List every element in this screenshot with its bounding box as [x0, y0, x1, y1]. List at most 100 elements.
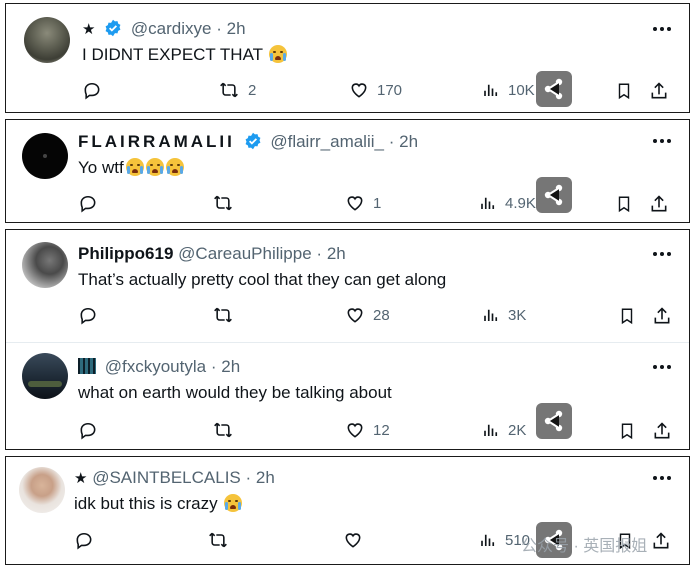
- tweet-header: ★ @SAINTBELCALIS · 2h: [74, 467, 275, 490]
- share-icon[interactable]: [652, 306, 672, 326]
- bookmark-icon[interactable]: [618, 306, 636, 326]
- separator-dot: ·: [316, 244, 323, 263]
- verified-icon: [245, 132, 261, 150]
- views-button[interactable]: 3K: [482, 305, 526, 325]
- tweet[interactable]: Philippo619 @CareauPhilippe · 2h That’s …: [6, 230, 689, 342]
- view-count: 3K: [508, 306, 527, 324]
- crying-face-emoji: [224, 494, 243, 512]
- bookmark-icon[interactable]: [618, 421, 636, 441]
- tweet[interactable]: ★ @cardixye · 2h I DIDNT EXPECT THAT 2 1…: [6, 4, 689, 114]
- reply-button[interactable]: [78, 305, 106, 325]
- tweet-header: Philippo619 @CareauPhilippe · 2h: [78, 243, 346, 265]
- tweet-text-row: what on earth would they be talking abou…: [78, 382, 392, 404]
- retweet-icon: [214, 422, 232, 438]
- action-bar: 1 4.9K: [6, 193, 689, 217]
- like-button[interactable]: 28: [345, 305, 390, 325]
- more-icon[interactable]: [651, 358, 673, 376]
- timestamp[interactable]: 2h: [221, 357, 240, 376]
- reply-button[interactable]: [74, 530, 102, 550]
- tweet[interactable]: ★ @SAINTBELCALIS · 2h idk but this is cr…: [6, 457, 689, 566]
- reply-button[interactable]: [78, 420, 106, 440]
- share-overlay-button[interactable]: [536, 177, 572, 213]
- separator-dot: ·: [210, 357, 217, 376]
- views-icon: [484, 84, 498, 96]
- avatar[interactable]: [22, 133, 68, 179]
- reply-button[interactable]: [82, 80, 110, 100]
- flag-icon: [78, 358, 96, 374]
- user-handle[interactable]: @flairr_amalii_: [270, 132, 384, 151]
- user-handle[interactable]: @cardixye: [131, 19, 212, 38]
- bookmark-icon[interactable]: [615, 194, 633, 214]
- avatar[interactable]: [19, 467, 65, 513]
- reply-button[interactable]: [78, 193, 106, 213]
- more-icon[interactable]: [651, 132, 673, 150]
- timestamp[interactable]: 2h: [399, 132, 418, 151]
- tweet-text: what on earth would they be talking abou…: [78, 383, 392, 402]
- like-count: 170: [377, 81, 403, 99]
- like-button[interactable]: [343, 530, 371, 550]
- like-count: 1: [373, 194, 382, 212]
- avatar[interactable]: [22, 353, 68, 399]
- tweet-header: @fxckyoutyla · 2h: [78, 356, 240, 378]
- verified-icon: [105, 19, 121, 37]
- user-handle[interactable]: @SAINTBELCALIS: [92, 468, 241, 487]
- tweet[interactable]: FLAIRRAMALII @flairr_amalii_ · 2h Yo wtf…: [6, 120, 689, 224]
- retweet-button[interactable]: [207, 530, 237, 550]
- more-icon[interactable]: [651, 20, 673, 38]
- share-icon[interactable]: [652, 421, 672, 441]
- views-button[interactable]: 10K: [482, 80, 535, 100]
- avatar[interactable]: [24, 17, 70, 63]
- retweet-button[interactable]: [212, 193, 242, 213]
- tweet-card: FLAIRRAMALII @flairr_amalii_ · 2h Yo wtf…: [5, 119, 690, 223]
- tweet-text-row: idk but this is crazy: [74, 493, 243, 515]
- views-icon: [481, 197, 495, 209]
- tweet-text: Yo wtf: [78, 158, 124, 177]
- bookmark-icon[interactable]: [615, 81, 633, 101]
- like-button[interactable]: 1: [345, 193, 381, 213]
- more-icon[interactable]: [651, 469, 673, 487]
- tweet-text: I DIDNT EXPECT THAT: [82, 45, 263, 64]
- share-icon[interactable]: [649, 194, 669, 214]
- user-handle[interactable]: @fxckyoutyla: [105, 357, 206, 376]
- more-icon[interactable]: [651, 245, 673, 263]
- like-count: 12: [373, 421, 390, 439]
- tweet-text: That’s actually pretty cool that they ca…: [78, 270, 447, 289]
- share-overlay-button[interactable]: [536, 403, 572, 439]
- display-name[interactable]: FLAIRRAMALII: [78, 132, 235, 151]
- share-icon[interactable]: [649, 81, 669, 101]
- retweet-button[interactable]: 2: [218, 80, 256, 100]
- action-bar: 28 3K: [6, 305, 689, 329]
- views-icon: [484, 309, 498, 321]
- share-nodes-icon: [544, 184, 563, 206]
- tweet-header: ★ @cardixye · 2h: [82, 18, 246, 41]
- like-button[interactable]: 12: [345, 420, 390, 440]
- star-glyph: ★: [74, 470, 88, 487]
- tweet-text: idk but this is crazy: [74, 494, 218, 513]
- views-icon: [481, 534, 495, 546]
- retweet-button[interactable]: [212, 420, 242, 440]
- share-icon[interactable]: [651, 531, 671, 551]
- crying-face-emoji: [145, 158, 164, 176]
- like-button[interactable]: 170: [349, 80, 402, 100]
- star-glyph: ★: [82, 21, 96, 38]
- retweet-icon: [214, 307, 232, 323]
- tweet[interactable]: @fxckyoutyla · 2h what on earth would th…: [6, 343, 689, 451]
- view-count: 2K: [508, 421, 527, 439]
- avatar[interactable]: [22, 242, 68, 288]
- tweet-card: ★ @SAINTBELCALIS · 2h idk but this is cr…: [5, 456, 690, 565]
- share-nodes-icon: [544, 410, 563, 432]
- tweet-text-row: I DIDNT EXPECT THAT: [82, 44, 288, 66]
- timestamp[interactable]: 2h: [227, 19, 246, 38]
- reply-icon: [80, 195, 96, 213]
- views-button[interactable]: 4.9K: [479, 193, 536, 213]
- tweet-text-row: That’s actually pretty cool that they ca…: [78, 269, 446, 291]
- timestamp[interactable]: 2h: [327, 244, 346, 263]
- separator-dot: ·: [388, 132, 395, 151]
- timestamp[interactable]: 2h: [256, 468, 275, 487]
- retweet-button[interactable]: [212, 305, 242, 325]
- display-name[interactable]: Philippo619: [78, 244, 173, 263]
- views-button[interactable]: 2K: [482, 420, 526, 440]
- user-handle[interactable]: @CareauPhilippe: [178, 244, 312, 263]
- share-overlay-button[interactable]: [536, 71, 572, 107]
- view-count: 10K: [508, 81, 535, 99]
